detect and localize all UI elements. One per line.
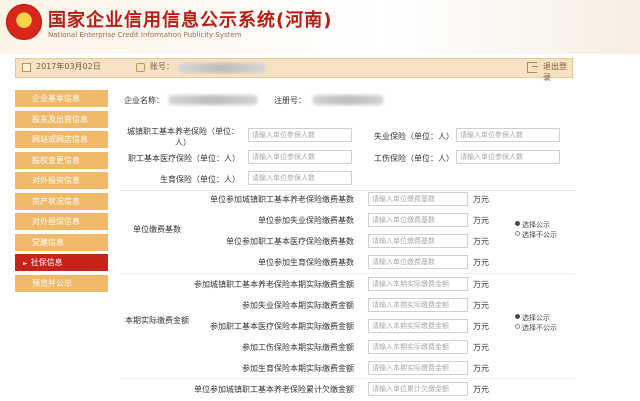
- account-label: 账号：: [150, 62, 174, 71]
- company-name-redacted: [168, 95, 258, 105]
- unit-label: 万元: [473, 301, 489, 310]
- account-redacted: [178, 63, 266, 73]
- logout-link[interactable]: 退出登录: [543, 61, 572, 83]
- actual-publicity-options: 选择公示 选择不公示: [515, 313, 557, 333]
- option-private[interactable]: 选择不公示: [515, 323, 557, 333]
- company-info-row: 企业名称： 注册号：: [120, 88, 575, 112]
- unit-label: 万元: [473, 237, 489, 246]
- base-maternity-input[interactable]: [368, 255, 468, 269]
- unit-label: 万元: [473, 195, 489, 204]
- unit-label: 万元: [473, 322, 489, 331]
- injury-insured-label: 工伤保险（单位：人）: [374, 154, 454, 163]
- unit-label: 万元: [473, 343, 489, 352]
- base-pension-input[interactable]: [368, 192, 468, 206]
- pension-insured-label: 城镇职工基本养老保险（单位：人）: [127, 127, 239, 147]
- maternity-insured-label: 生育保险（单位：人）: [160, 175, 240, 184]
- actual-medical-input[interactable]: [368, 319, 468, 333]
- calendar-icon: [22, 63, 31, 72]
- sidebar-item-preview[interactable]: 预览并公示: [15, 274, 108, 292]
- sidebar-item-shareholders[interactable]: 股东及出资信息: [15, 110, 108, 128]
- base-group-label: 单位缴费基数: [133, 225, 181, 234]
- payment-table: 单位缴费基数 单位参加城镇职工基本养老保险缴费基数 万元 单位参加失业保险缴费基…: [120, 190, 575, 401]
- current-date: 2017年03月02日: [36, 62, 101, 71]
- sidebar-item-equity-change[interactable]: 股权变更信息: [15, 151, 108, 169]
- option-public[interactable]: 选择公示: [515, 313, 557, 323]
- actual-medical-label: 参加职工基本医疗保险本期实际缴费金额: [210, 322, 354, 331]
- base-medical-input[interactable]: [368, 234, 468, 248]
- unit-label: 万元: [473, 258, 489, 267]
- arrears-input[interactable]: [368, 382, 468, 396]
- site-subtitle: National Enterprise Credit Information P…: [48, 31, 242, 39]
- site-title: 国家企业信用信息公示系统(河南): [48, 10, 333, 31]
- actual-injury-label: 参加工伤保险本期实际缴费金额: [242, 343, 354, 352]
- radio-unselected-icon: [515, 231, 520, 236]
- base-pension-label: 单位参加城镇职工基本养老保险缴费基数: [210, 195, 354, 204]
- radio-selected-icon: [515, 221, 520, 226]
- pension-insured-input[interactable]: [248, 128, 352, 142]
- unit-label: 万元: [473, 385, 489, 394]
- medical-insured-label: 职工基本医疗保险（单位：人）: [128, 154, 240, 163]
- info-bar: 2017年03月02日 账号： 退出登录: [15, 58, 573, 82]
- sidebar-nav: 企业基本信息 股东及出资信息 网站或网店信息 股权变更信息 对外投资信息 资产状…: [15, 90, 108, 295]
- actual-pension-input[interactable]: [368, 277, 468, 291]
- sidebar-item-assets[interactable]: 资产状况信息: [15, 192, 108, 210]
- actual-maternity-label: 参加生育保险本期实际缴费金额: [242, 364, 354, 373]
- national-emblem-icon: ★: [6, 4, 42, 40]
- logout-icon[interactable]: [527, 62, 538, 73]
- actual-unemployment-label: 参加失业保险本期实际缴费金额: [242, 301, 354, 310]
- unit-label: 万元: [473, 216, 489, 225]
- radio-selected-icon: [515, 314, 520, 319]
- section-divider: [120, 273, 575, 274]
- unit-label: 万元: [473, 364, 489, 373]
- injury-insured-input[interactable]: [456, 150, 560, 164]
- arrow-right-icon: ►: [23, 260, 28, 267]
- actual-unemployment-input[interactable]: [368, 298, 468, 312]
- company-name-label: 企业名称：: [124, 96, 164, 105]
- sidebar-item-website[interactable]: 网站或网店信息: [15, 131, 108, 148]
- unemployment-insured-label: 失业保险（单位：人）: [374, 132, 454, 141]
- sidebar-item-guarantee[interactable]: 对外担保信息: [15, 213, 108, 230]
- sidebar-item-basic-info[interactable]: 企业基本信息: [15, 90, 108, 107]
- actual-injury-input[interactable]: [368, 340, 468, 354]
- site-header: ★ 国家企业信用信息公示系统(河南) National Enterprise C…: [0, 0, 640, 54]
- base-unemployment-label: 单位参加失业保险缴费基数: [258, 216, 354, 225]
- medical-insured-input[interactable]: [248, 150, 352, 164]
- maternity-insured-input[interactable]: [248, 171, 352, 185]
- actual-pension-label: 参加城镇职工基本养老保险本期实际缴费金额: [194, 280, 354, 289]
- option-public[interactable]: 选择公示: [515, 220, 557, 230]
- option-private[interactable]: 选择不公示: [515, 230, 557, 240]
- reg-number-redacted: [312, 95, 384, 105]
- radio-unselected-icon: [515, 324, 520, 329]
- sidebar-item-investment[interactable]: 对外投资信息: [15, 172, 108, 189]
- user-icon: [136, 63, 145, 72]
- base-medical-label: 单位参加职工基本医疗保险缴费基数: [226, 237, 354, 246]
- unit-label: 万元: [473, 280, 489, 289]
- reg-number-label: 注册号：: [274, 96, 306, 105]
- arrears-label: 单位参加城镇职工基本养老保险累计欠缴金额: [194, 385, 354, 394]
- base-publicity-options: 选择公示 选择不公示: [515, 220, 557, 240]
- base-maternity-label: 单位参加生育保险缴费基数: [258, 258, 354, 267]
- sidebar-item-party[interactable]: 党建信息: [15, 233, 108, 251]
- actual-maternity-input[interactable]: [368, 361, 468, 375]
- unemployment-insured-input[interactable]: [456, 128, 560, 142]
- section-divider: [120, 378, 575, 379]
- sidebar-item-social-security[interactable]: ► 社保信息: [15, 254, 108, 271]
- sidebar-item-label: 社保信息: [30, 258, 63, 267]
- base-unemployment-input[interactable]: [368, 213, 468, 227]
